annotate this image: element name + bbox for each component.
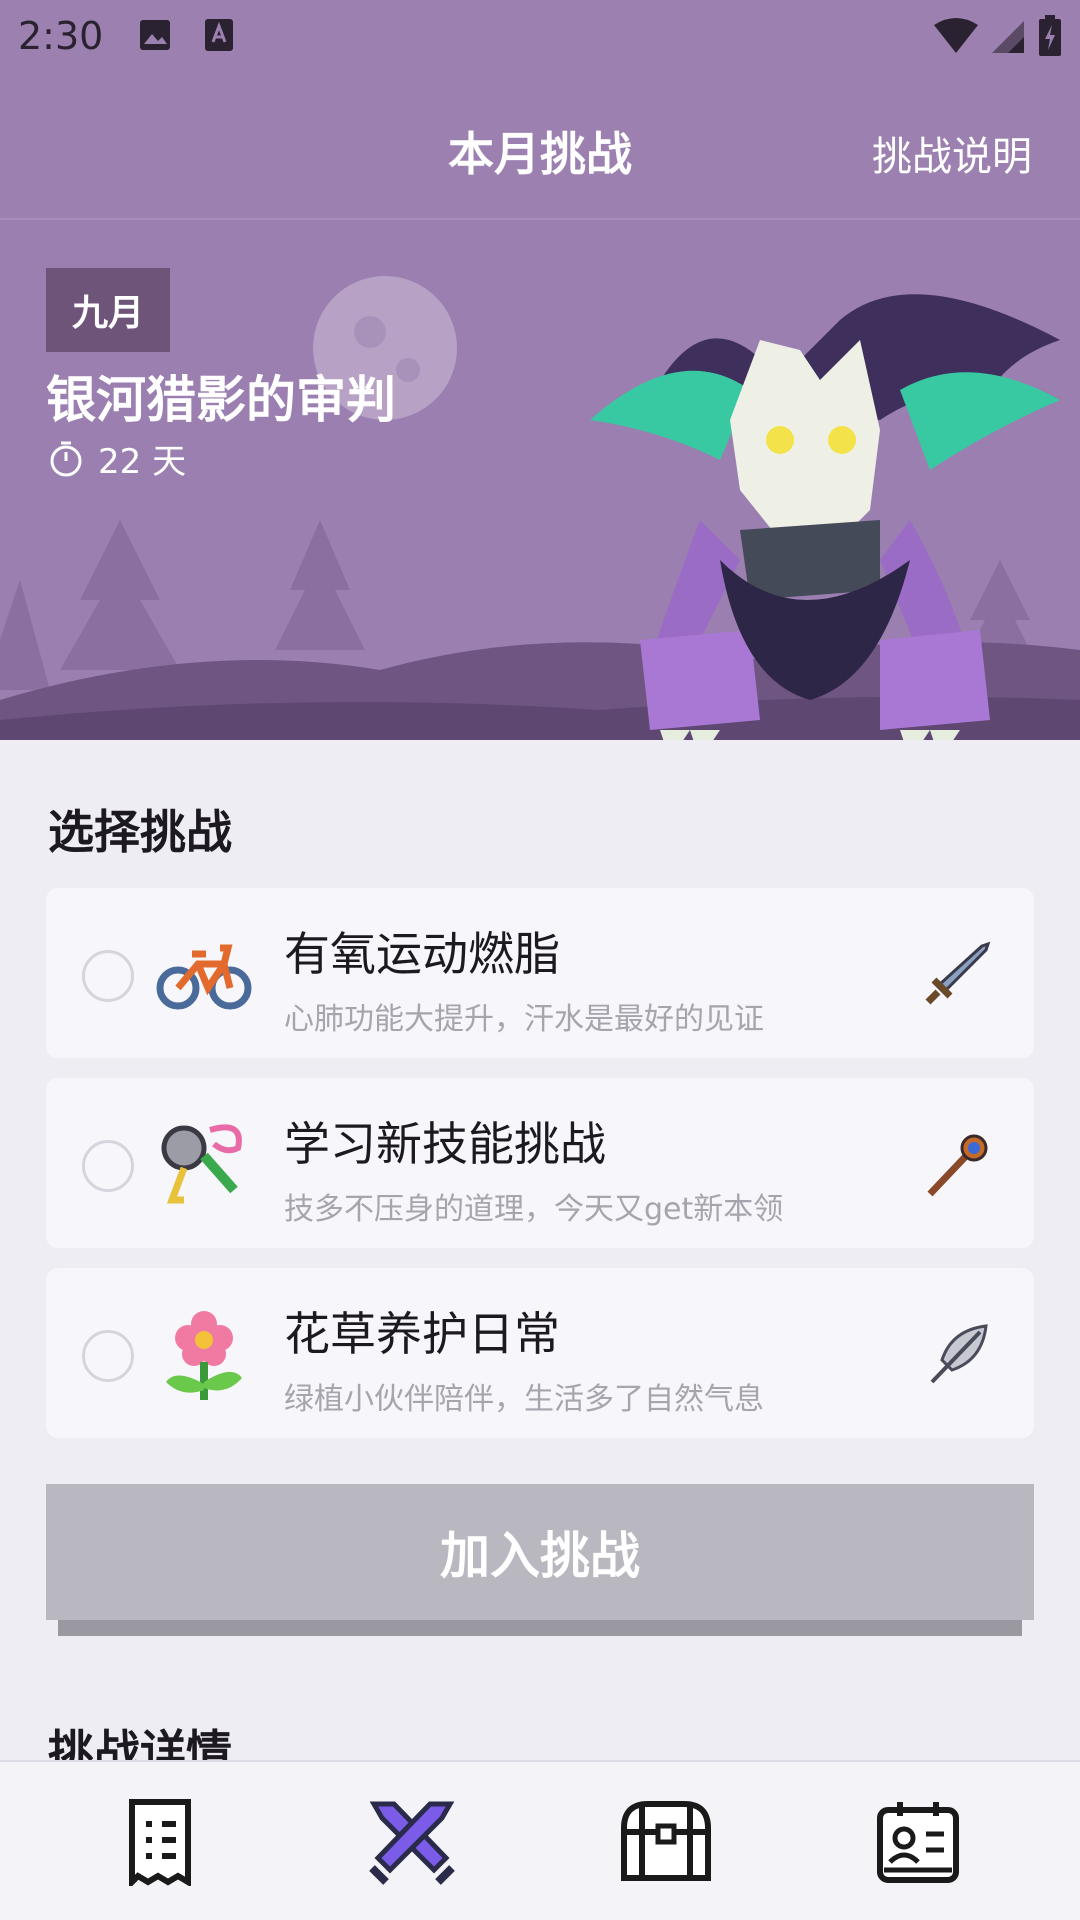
flower-icon: [166, 1311, 242, 1400]
hero-banner: 九月 银河猎影的审判 22 天: [0, 220, 1080, 740]
status-bar: 2:30: [0, 0, 1080, 72]
challenge-radio[interactable]: [82, 1140, 134, 1192]
magnifier-key-icon: [161, 1124, 242, 1204]
challenge-name: 银河猎影的审判: [46, 371, 396, 429]
challenge-title: 学习新技能挑战: [284, 1117, 606, 1171]
timer-icon: [50, 441, 82, 476]
days-remaining-text: 22 天: [98, 442, 187, 482]
join-challenge-button[interactable]: 加入挑战: [46, 1484, 1034, 1620]
app-bar: 本月挑战 挑战说明: [0, 72, 1080, 220]
staff-icon: [927, 1134, 988, 1197]
image-notification-icon: [140, 20, 170, 50]
app-notification-icon: [205, 19, 233, 51]
challenge-title: 花草养护日常: [284, 1307, 560, 1361]
challenge-rules-link[interactable]: 挑战说明: [872, 124, 1032, 182]
challenge-subtitle: 技多不压身的道理，今天又get新本领: [284, 1192, 784, 1227]
challenge-card-plants[interactable]: 花草养护日常 绿植小伙伴陪伴，生活多了自然气息: [46, 1268, 1034, 1438]
feather-icon: [930, 1324, 988, 1384]
cellular-signal-icon: [992, 21, 1024, 53]
challenge-subtitle: 心肺功能大提升，汗水是最好的见证: [284, 1002, 764, 1037]
challenge-radio[interactable]: [82, 1330, 134, 1382]
challenge-card-learning[interactable]: 学习新技能挑战 技多不压身的道理，今天又get新本领: [46, 1078, 1034, 1248]
bottom-navigation: [0, 1760, 1080, 1920]
challenge-card-cardio[interactable]: 有氧运动燃脂 心肺功能大提升，汗水是最好的见证: [46, 888, 1034, 1058]
document-icon[interactable]: [112, 1798, 208, 1886]
treasure-chest-icon[interactable]: [618, 1798, 714, 1886]
crossed-swords-icon[interactable]: [364, 1798, 460, 1886]
status-time: 2:30: [18, 14, 104, 58]
bicycle-icon: [156, 944, 252, 1010]
status-right: [934, 14, 1062, 58]
sword-icon: [925, 941, 991, 1005]
month-badge: 九月: [46, 268, 170, 352]
battery-icon: [1039, 15, 1061, 56]
challenge-radio[interactable]: [82, 950, 134, 1002]
profile-card-icon[interactable]: [870, 1798, 966, 1886]
challenge-title: 有氧运动燃脂: [284, 927, 560, 981]
select-challenge-heading: 选择挑战: [48, 805, 232, 859]
wifi-icon: [934, 18, 978, 53]
challenge-subtitle: 绿植小伙伴陪伴，生活多了自然气息: [284, 1382, 764, 1417]
days-remaining: 22 天: [48, 434, 186, 483]
